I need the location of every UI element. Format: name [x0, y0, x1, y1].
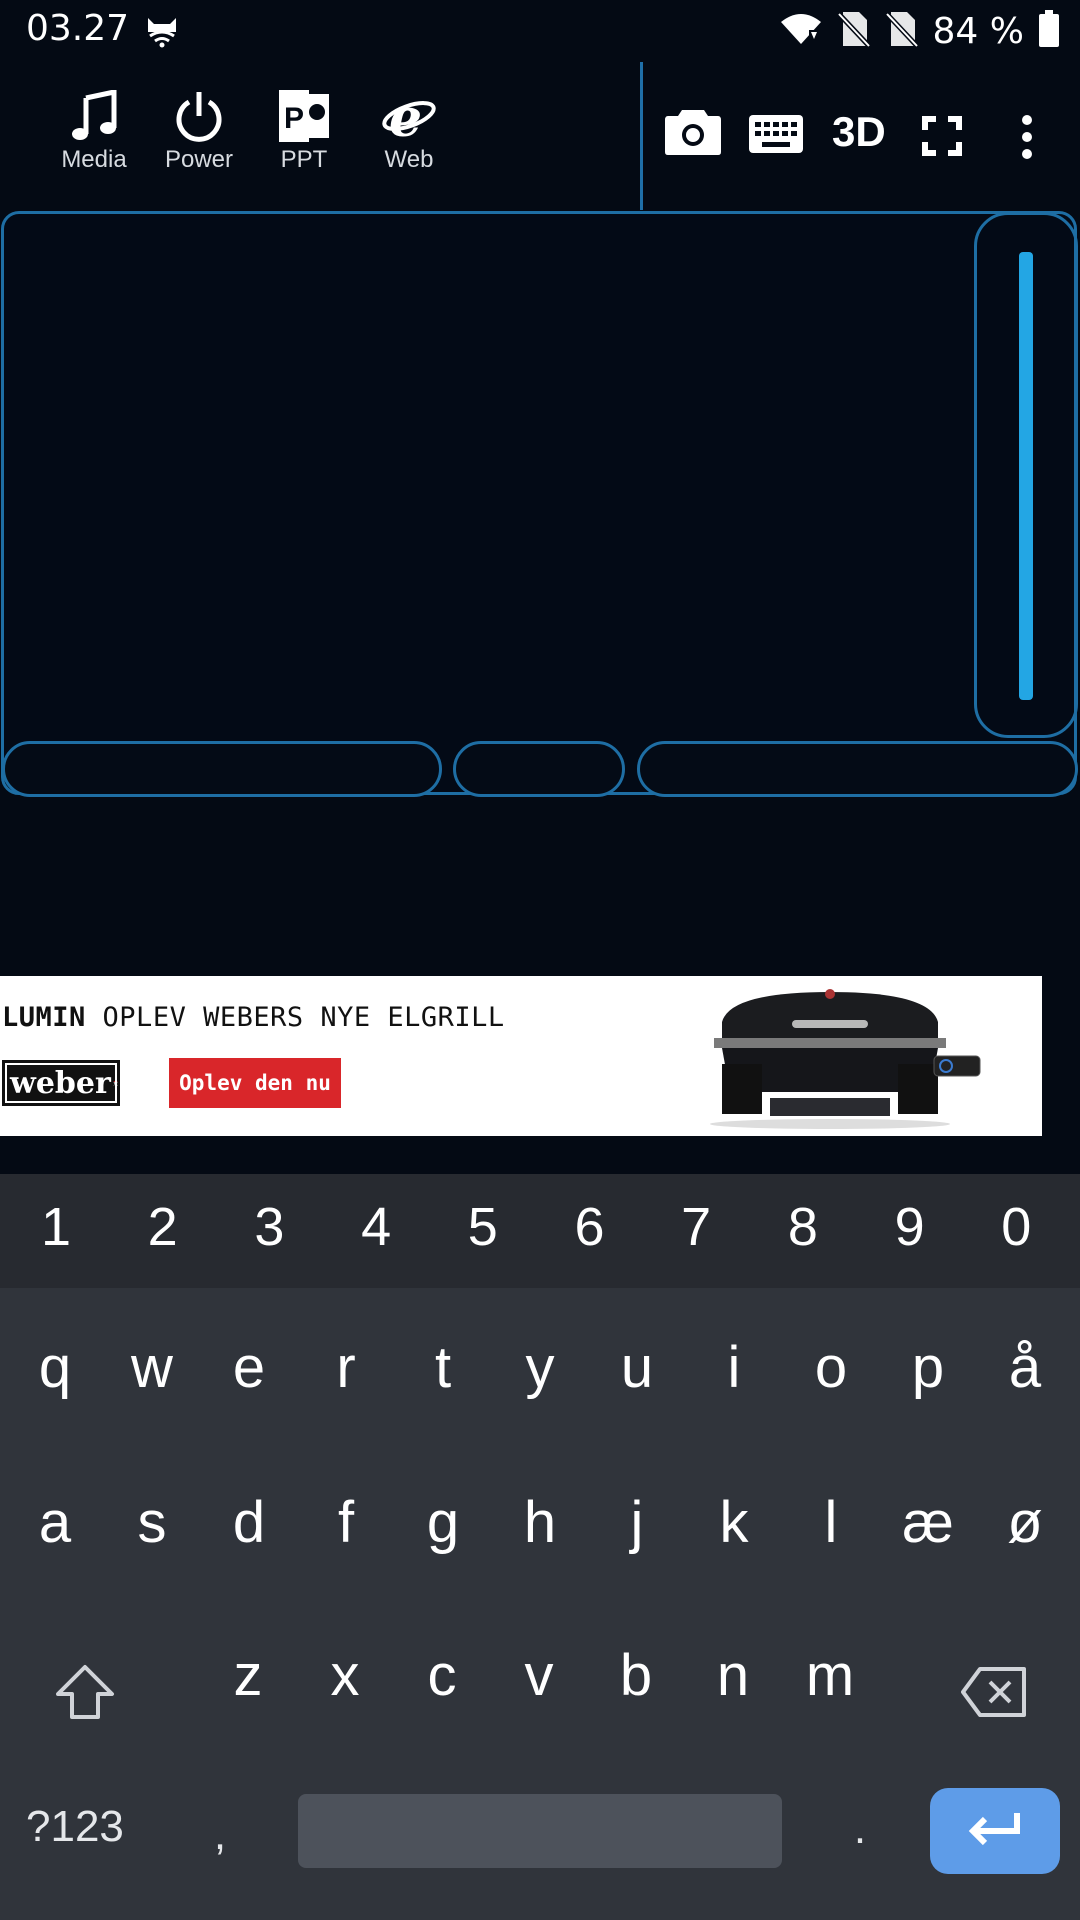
key-3[interactable]: 3	[216, 1196, 322, 1258]
key-q[interactable]: q	[7, 1334, 103, 1401]
key-w[interactable]: w	[104, 1334, 200, 1401]
key-z[interactable]: z	[200, 1642, 296, 1709]
svg-text:e: e	[389, 90, 422, 142]
ppt-label: PPT	[280, 146, 328, 173]
key-4[interactable]: 4	[323, 1196, 429, 1258]
key-1[interactable]: 1	[3, 1196, 109, 1258]
battery-icon	[1038, 10, 1060, 52]
key-j[interactable]: j	[589, 1489, 685, 1556]
camera-icon[interactable]	[664, 106, 722, 160]
ad-cta-button[interactable]: Oplev den nu	[169, 1058, 341, 1108]
web-button[interactable]: e Web	[359, 90, 459, 174]
key-f[interactable]: f	[298, 1489, 394, 1556]
backspace-key[interactable]	[956, 1666, 1032, 1723]
key-o[interactable]: o	[783, 1334, 879, 1401]
battery-percent: 84 %	[932, 10, 1024, 52]
left-click-button[interactable]	[2, 741, 442, 797]
music-note-icon	[44, 90, 144, 142]
ad-headline: LUMIN OPLEV WEBERS NYE ELGRILL	[2, 1002, 505, 1033]
enter-icon	[967, 1811, 1023, 1851]
clock: 03.27	[26, 8, 130, 49]
ad-banner[interactable]: LUMIN OPLEV WEBERS NYE ELGRILL weber Opl…	[0, 976, 1042, 1136]
middle-click-button[interactable]	[453, 741, 625, 797]
touchpad-area[interactable]	[1, 211, 1077, 795]
comma-key[interactable]: ,	[200, 1810, 240, 1860]
cat-notification-icon	[144, 14, 180, 52]
status-bar: 03.27 84 %	[0, 0, 1080, 62]
web-label: Web	[384, 146, 434, 173]
key-n[interactable]: n	[685, 1642, 781, 1709]
key-c[interactable]: c	[394, 1642, 490, 1709]
key-2[interactable]: 2	[110, 1196, 216, 1258]
key-g[interactable]: g	[395, 1489, 491, 1556]
period-key[interactable]: .	[840, 1804, 880, 1854]
more-vert-icon[interactable]	[1020, 114, 1034, 164]
ad-brand-word: LUMIN	[2, 1002, 86, 1033]
toolbar: Media Power P PPT e Web 3D	[0, 62, 1080, 210]
key-ø[interactable]: ø	[977, 1489, 1073, 1556]
key-p[interactable]: p	[880, 1334, 976, 1401]
key-9[interactable]: 9	[857, 1196, 963, 1258]
grill-logo-icon	[113, 1080, 118, 1086]
key-s[interactable]: s	[104, 1489, 200, 1556]
space-key[interactable]	[298, 1794, 782, 1868]
fullscreen-icon[interactable]	[922, 116, 962, 160]
key-u[interactable]: u	[589, 1334, 685, 1401]
key-m[interactable]: m	[782, 1642, 878, 1709]
ad-headline-text: OPLEV WEBERS NYE ELGRILL	[102, 1002, 505, 1033]
3d-button[interactable]: 3D	[832, 108, 886, 156]
key-y[interactable]: y	[492, 1334, 588, 1401]
key-8[interactable]: 8	[750, 1196, 856, 1258]
key-å[interactable]: å	[977, 1334, 1073, 1401]
electric-grill-image	[700, 982, 990, 1136]
key-t[interactable]: t	[395, 1334, 491, 1401]
key-e[interactable]: e	[201, 1334, 297, 1401]
power-icon	[149, 90, 249, 142]
ppt-button[interactable]: P PPT	[254, 90, 354, 174]
key-r[interactable]: r	[298, 1334, 394, 1401]
media-button[interactable]: Media	[44, 90, 144, 174]
key-l[interactable]: l	[783, 1489, 879, 1556]
key-x[interactable]: x	[297, 1642, 393, 1709]
wifi-icon	[779, 12, 823, 50]
soft-keyboard: 1234567890qwertyuiopåasdfghjklæøzxcvbnm …	[0, 1174, 1080, 1920]
powerpoint-icon: P	[254, 90, 354, 142]
key-6[interactable]: 6	[537, 1196, 643, 1258]
keyboard-icon[interactable]	[748, 114, 804, 158]
key-k[interactable]: k	[686, 1489, 782, 1556]
key-æ[interactable]: æ	[880, 1489, 976, 1556]
weber-logo: weber	[2, 1060, 120, 1106]
key-0[interactable]: 0	[963, 1196, 1069, 1258]
weber-logo-text: weber	[10, 1065, 111, 1101]
power-label: Power	[164, 146, 234, 173]
key-a[interactable]: a	[7, 1489, 103, 1556]
key-5[interactable]: 5	[430, 1196, 536, 1258]
scroll-indicator	[1019, 252, 1033, 700]
symbols-key[interactable]: ?123	[26, 1802, 124, 1852]
shift-key[interactable]	[30, 1664, 140, 1725]
key-d[interactable]: d	[201, 1489, 297, 1556]
key-7[interactable]: 7	[643, 1196, 749, 1258]
no-sim-icon	[836, 10, 871, 52]
right-click-button[interactable]	[637, 741, 1078, 797]
key-h[interactable]: h	[492, 1489, 588, 1556]
no-sim-icon	[884, 10, 919, 52]
key-v[interactable]: v	[491, 1642, 587, 1709]
key-b[interactable]: b	[588, 1642, 684, 1709]
key-i[interactable]: i	[686, 1334, 782, 1401]
svg-text:P: P	[284, 102, 304, 135]
power-button[interactable]: Power	[149, 90, 249, 174]
internet-explorer-icon: e	[359, 90, 459, 142]
enter-key[interactable]	[930, 1788, 1060, 1874]
media-label: Media	[61, 146, 127, 173]
toolbar-divider	[640, 62, 643, 210]
